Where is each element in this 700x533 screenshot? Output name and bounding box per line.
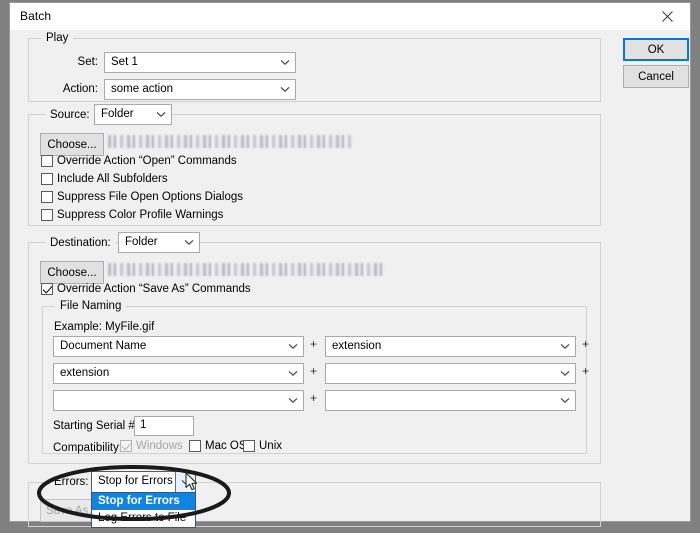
checkbox-box xyxy=(243,440,255,452)
destination-type-value: Folder xyxy=(125,236,158,248)
batch-dialog-window: Batch Play Set: Set 1 Action: some actio… xyxy=(9,2,691,528)
errors-option-log-errors-to-file[interactable]: Log Errors to File xyxy=(92,510,195,527)
compatibility-label: Compatibility: xyxy=(53,442,123,454)
checkbox-label: Suppress Color Profile Warnings xyxy=(57,209,224,221)
desktop-background: Batch Play Set: Set 1 Action: some actio… xyxy=(0,0,700,533)
chevron-down-icon xyxy=(555,337,575,356)
file-naming-combo-2a-value: extension xyxy=(60,367,110,379)
checkbox-label: Windows xyxy=(136,440,183,452)
checkbox-box xyxy=(41,191,53,203)
file-naming-plus-3: + xyxy=(310,391,318,405)
source-type-value: Folder xyxy=(101,108,134,120)
choose-destination-button[interactable]: Choose... xyxy=(40,261,104,284)
close-icon[interactable] xyxy=(645,3,690,29)
set-combo-value: Set 1 xyxy=(111,56,138,68)
action-combo-value: some action xyxy=(111,83,174,95)
errors-label: Errors: xyxy=(50,476,93,488)
checkbox-compat-macos[interactable]: Mac OS xyxy=(189,440,247,452)
checkbox-override-saveas-commands[interactable]: Override Action “Save As” Commands xyxy=(41,283,251,295)
chevron-down-icon xyxy=(151,105,171,124)
file-naming-combo-3a[interactable] xyxy=(53,390,304,411)
file-naming-legend: File Naming xyxy=(55,300,127,312)
chevron-down-icon xyxy=(555,391,575,410)
file-naming-combo-1b-value: extension xyxy=(332,340,382,352)
checkbox-override-open-commands[interactable]: Override Action “Open” Commands xyxy=(41,155,237,167)
file-naming-example: Example: MyFile.gif xyxy=(54,321,155,333)
file-naming-combo-3b[interactable] xyxy=(325,390,576,411)
checkbox-box xyxy=(41,173,53,185)
checkbox-label: Mac OS xyxy=(205,440,247,452)
dialog-title: Batch xyxy=(20,9,52,23)
action-combo[interactable]: some action xyxy=(104,79,296,100)
checkbox-box xyxy=(41,283,53,295)
starting-serial-label: Starting Serial #: xyxy=(53,420,139,432)
starting-serial-input[interactable]: 1 xyxy=(134,416,194,436)
chevron-down-icon xyxy=(179,233,199,252)
checkbox-label: Override Action “Open” Commands xyxy=(57,155,237,167)
file-naming-trailing-plus-2: + xyxy=(582,364,590,378)
source-path-redacted xyxy=(108,135,352,148)
set-label: Set: xyxy=(77,56,98,68)
set-combo[interactable]: Set 1 xyxy=(104,52,296,73)
dialog-content: Play Set: Set 1 Action: some action Sour… xyxy=(10,30,690,528)
errors-dropdown-list[interactable]: Stop for Errors Log Errors to File xyxy=(91,492,196,528)
file-naming-combo-1a[interactable]: Document Name xyxy=(53,336,304,357)
checkbox-box xyxy=(120,440,132,452)
chevron-down-icon xyxy=(275,80,295,99)
checkbox-label: Unix xyxy=(259,440,283,452)
checkbox-box xyxy=(41,155,53,167)
file-naming-plus-1: + xyxy=(310,337,318,351)
file-naming-combo-2b[interactable] xyxy=(325,363,576,384)
source-label: Source: xyxy=(46,109,94,121)
play-group-legend: Play xyxy=(41,32,74,44)
checkbox-box xyxy=(189,440,201,452)
checkbox-label: Override Action “Save As” Commands xyxy=(57,283,251,295)
chevron-down-icon xyxy=(555,364,575,383)
chevron-down-icon xyxy=(283,391,303,410)
cancel-button[interactable]: Cancel xyxy=(623,65,689,88)
checkbox-compat-windows: Windows xyxy=(120,440,183,452)
file-naming-combo-1b[interactable]: extension xyxy=(325,336,576,357)
file-naming-plus-2: + xyxy=(310,364,318,378)
checkbox-compat-unix[interactable]: Unix xyxy=(243,440,282,452)
checkbox-box xyxy=(41,209,53,221)
checkbox-suppress-color-profile-warnings[interactable]: Suppress Color Profile Warnings xyxy=(41,209,223,221)
starting-serial-value: 1 xyxy=(140,419,147,431)
errors-combo-value: Stop for Errors xyxy=(98,475,173,487)
chevron-down-icon xyxy=(175,472,195,492)
errors-combo[interactable]: Stop for Errors xyxy=(91,471,196,493)
ok-button[interactable]: OK xyxy=(623,38,689,61)
chevron-down-icon xyxy=(283,364,303,383)
checkbox-label: Suppress File Open Options Dialogs xyxy=(57,191,244,203)
file-naming-combo-2a[interactable]: extension xyxy=(53,363,304,384)
checkbox-suppress-file-open-dialogs[interactable]: Suppress File Open Options Dialogs xyxy=(41,191,243,203)
dialog-titlebar: Batch xyxy=(10,3,690,31)
source-type-combo[interactable]: Folder xyxy=(94,104,172,125)
destination-path-redacted xyxy=(108,263,385,276)
chevron-down-icon xyxy=(283,337,303,356)
checkbox-include-all-subfolders[interactable]: Include All Subfolders xyxy=(41,173,168,185)
destination-label: Destination: xyxy=(46,237,115,249)
choose-source-button[interactable]: Choose... xyxy=(40,133,104,156)
destination-type-combo[interactable]: Folder xyxy=(118,232,200,253)
file-naming-combo-1a-value: Document Name xyxy=(60,340,147,352)
errors-option-stop-for-errors[interactable]: Stop for Errors xyxy=(92,493,195,510)
checkbox-label: Include All Subfolders xyxy=(57,173,168,185)
chevron-down-icon xyxy=(275,53,295,72)
file-naming-trailing-plus-1: + xyxy=(582,337,590,351)
action-label: Action: xyxy=(62,83,98,95)
